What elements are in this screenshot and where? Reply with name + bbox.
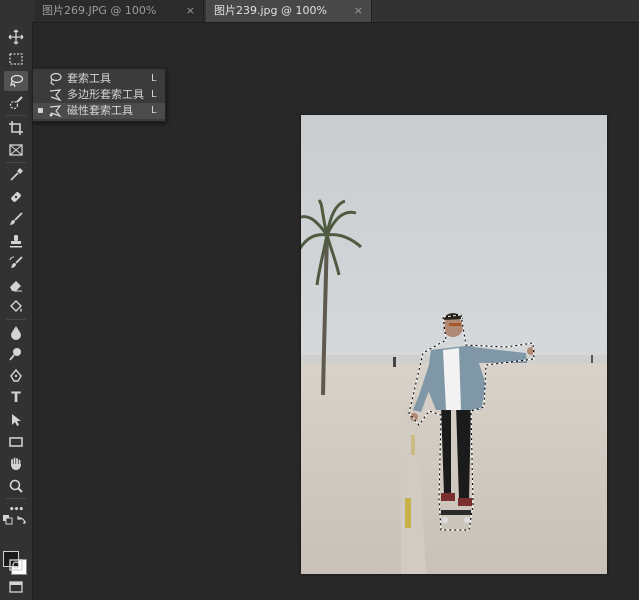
frame-tool-button[interactable] (4, 140, 28, 160)
document-image[interactable] (301, 115, 607, 574)
blur-icon (11, 326, 21, 340)
tab-close-icon[interactable]: × (186, 0, 195, 22)
zoom-tool-button[interactable] (4, 476, 28, 496)
history-brush-tool-button[interactable] (4, 253, 28, 273)
document-tab-bar: 图片269.JPG @ 100%(RGB/8#) * × 图片239.jpg @… (0, 0, 639, 39)
healing-brush-tool-button[interactable] (4, 187, 28, 207)
hand-icon (11, 457, 21, 470)
quick-mask-icon (9, 559, 23, 571)
pen-icon (10, 368, 22, 382)
eyedropper-icon (10, 168, 23, 181)
eraser-tool-button[interactable] (4, 275, 28, 295)
quick-selection-icon (9, 96, 23, 110)
clone-stamp-tool-button[interactable] (4, 231, 28, 251)
brush-tool-button[interactable] (4, 209, 28, 229)
flyout-item-polygonal-lasso[interactable]: 多边形套索工具 L (33, 87, 165, 103)
frame-icon (9, 144, 23, 156)
paint-bucket-icon (10, 300, 22, 312)
paint-bucket-tool-button[interactable] (4, 297, 28, 317)
tab-document-269[interactable]: 图片269.JPG @ 100%(RGB/8#) * × (34, 0, 204, 39)
pen-tool-button[interactable] (4, 366, 28, 386)
default-colors-icon[interactable] (3, 515, 13, 525)
flyout-item-magnetic-lasso[interactable]: ▪ 磁性套索工具 L (33, 103, 165, 119)
dodge-icon (9, 348, 21, 361)
flyout-item-label: 多边形套索工具 (67, 88, 144, 101)
move-icon (8, 29, 24, 45)
healing-brush-icon (11, 192, 21, 202)
screen-mode-button[interactable] (4, 577, 28, 597)
tab-document-239[interactable]: 图片239.jpg @ 100%(RGB/8#) × (206, 0, 372, 39)
move-tool-button[interactable] (4, 27, 28, 47)
toolbar-divider (6, 162, 26, 163)
toolbar-divider (6, 115, 26, 116)
flyout-item-shortcut: L (151, 73, 157, 84)
marquee-icon (9, 53, 23, 65)
lasso-tool-button[interactable] (4, 71, 28, 91)
quick-selection-tool-button[interactable] (4, 93, 28, 113)
rectangle-tool-button[interactable] (4, 432, 28, 452)
tab-close-icon[interactable]: × (354, 0, 363, 22)
eyedropper-tool-button[interactable] (4, 165, 28, 185)
type-icon: T (11, 390, 21, 406)
lasso-tools-flyout: 套索工具 L 多边形套索工具 L ▪ 磁性套索工具 L (32, 68, 166, 122)
crop-tool-button[interactable] (4, 118, 28, 138)
quick-mask-button[interactable] (4, 555, 28, 575)
flyout-item-shortcut: L (151, 105, 157, 116)
path-selection-tool-button[interactable] (4, 410, 28, 430)
lasso-icon (50, 72, 62, 86)
hand-tool-button[interactable] (4, 454, 28, 474)
clone-stamp-icon (10, 235, 22, 248)
flyout-item-shortcut: L (151, 89, 157, 100)
rectangle-icon (9, 437, 23, 447)
swap-colors-icon[interactable] (16, 514, 28, 526)
toolbar-divider (6, 319, 26, 320)
blur-tool-button[interactable] (4, 322, 28, 342)
flyout-item-label: 套索工具 (67, 72, 111, 85)
flyout-item-label: 磁性套索工具 (67, 104, 133, 117)
type-tool-button[interactable]: T (4, 388, 28, 408)
magnetic-lasso-icon (10, 74, 24, 88)
eraser-icon (10, 281, 22, 292)
dodge-tool-button[interactable] (4, 344, 28, 364)
crop-icon (9, 121, 23, 135)
brush-icon (10, 212, 23, 225)
toolbar-divider (6, 498, 26, 499)
flyout-item-lasso[interactable]: 套索工具 L (33, 71, 165, 87)
zoom-icon (9, 479, 23, 493)
path-selection-icon (12, 414, 21, 426)
marquee-tool-button[interactable] (4, 49, 28, 69)
polygonal-lasso-icon (49, 89, 62, 102)
screen-mode-icon (9, 581, 23, 593)
tools-panel: T ••• (0, 22, 33, 600)
selected-indicator: ▪ (37, 105, 44, 116)
magnetic-lasso-icon (49, 105, 62, 118)
history-brush-icon (9, 256, 23, 268)
